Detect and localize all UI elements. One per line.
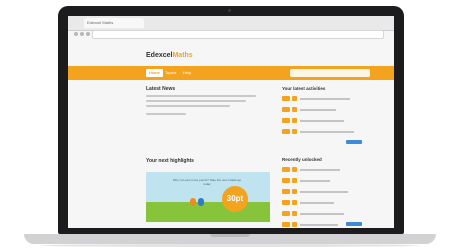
back-icon[interactable]	[74, 32, 78, 36]
list-item[interactable]	[282, 177, 378, 184]
sidebar: Your latest activities Recently unlocked	[282, 86, 378, 228]
nav-home[interactable]: Home	[146, 69, 163, 77]
list-item[interactable]	[282, 128, 378, 135]
text-line	[146, 100, 246, 102]
character-icon	[198, 198, 204, 206]
browser-toolbar: Edexcel Maths	[68, 16, 394, 31]
list-item[interactable]	[282, 166, 378, 173]
list-item[interactable]	[282, 199, 378, 206]
text-line	[146, 105, 230, 107]
forward-icon[interactable]	[80, 32, 84, 36]
activities-title: Your latest activities	[282, 86, 326, 91]
list-item[interactable]	[282, 221, 378, 228]
webcam-icon	[228, 9, 231, 12]
screen: Edexcel Maths EdexcelMaths Home Topics H…	[68, 16, 394, 228]
section-title: Your next highlights	[146, 158, 194, 164]
browser-tab[interactable]: Edexcel Maths	[84, 18, 144, 28]
logo-accent: Maths	[172, 52, 193, 59]
hero-text: Why not earn more points? Take the next …	[172, 178, 242, 186]
address-bar[interactable]	[92, 30, 384, 39]
more-button[interactable]	[346, 140, 362, 144]
laptop-shadow	[40, 244, 420, 247]
unlocked-title: Recently unlocked	[282, 157, 322, 162]
list-item[interactable]	[282, 106, 378, 113]
list-item[interactable]	[282, 210, 378, 217]
character-icon	[190, 198, 196, 206]
nav-topics[interactable]: Topics	[162, 69, 179, 77]
search-input[interactable]	[290, 69, 370, 77]
nav-help[interactable]: Help	[180, 69, 194, 77]
more-button[interactable]	[346, 222, 362, 226]
text-line	[146, 95, 256, 97]
news-title: Latest News	[146, 86, 176, 92]
logo-main: Edexcel	[146, 52, 173, 59]
main-content: Latest News Your next highlights Why not…	[146, 86, 270, 226]
list-item[interactable]	[282, 95, 378, 102]
reload-icon[interactable]	[86, 32, 90, 36]
list-item[interactable]	[282, 188, 378, 195]
site-logo[interactable]: EdexcelMaths	[146, 52, 193, 59]
text-line	[146, 113, 186, 115]
hero-grass	[146, 202, 270, 222]
points-badge: 30pt	[222, 186, 248, 212]
laptop-notch	[210, 234, 250, 237]
list-item[interactable]	[282, 117, 378, 124]
